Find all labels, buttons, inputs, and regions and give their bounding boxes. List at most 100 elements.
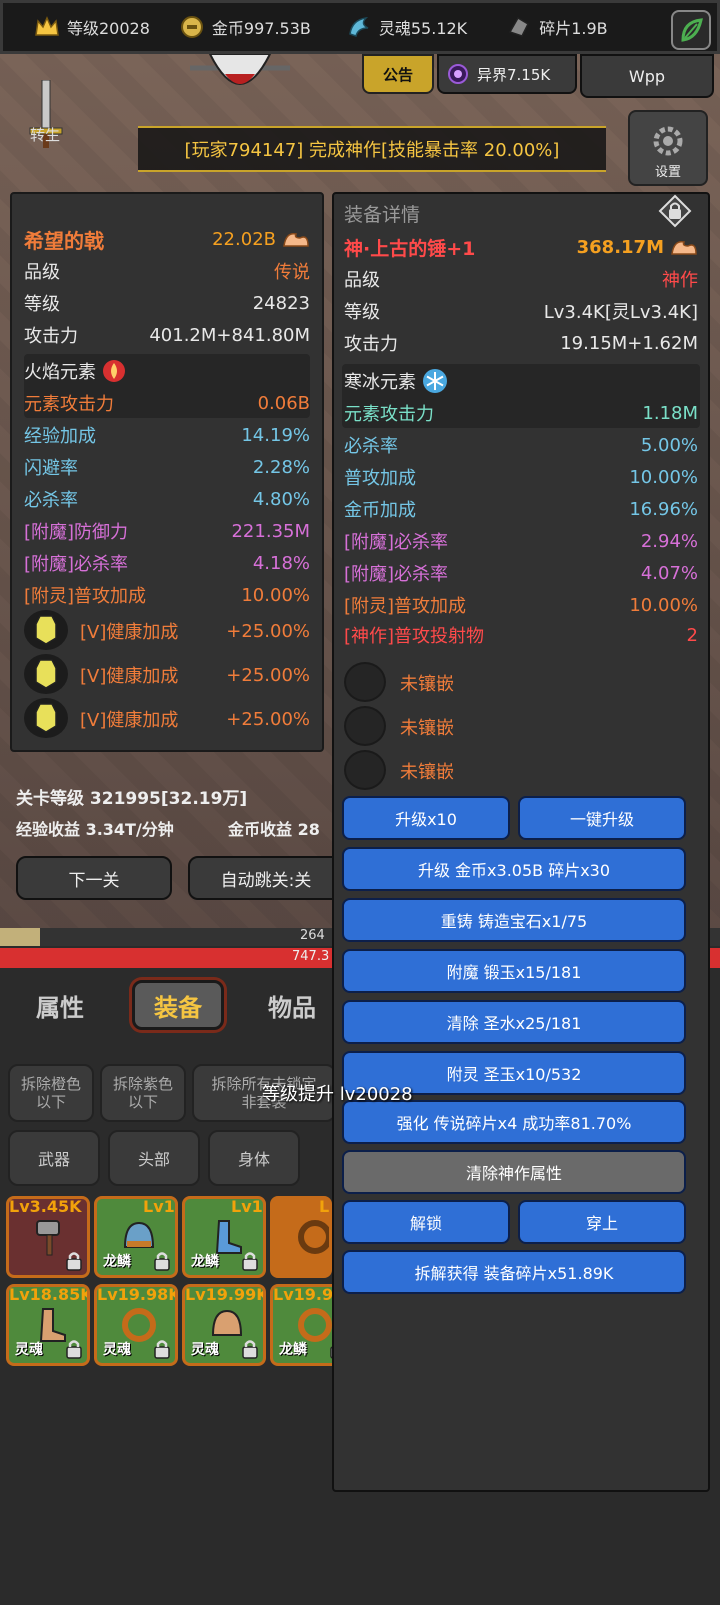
stat-label: [V]健康加成 (80, 666, 179, 687)
equipment-item[interactable]: Lv18.85K 灵魂 (6, 1284, 90, 1366)
equipment-item[interactable]: Lv1 龙鳞 (182, 1196, 266, 1278)
stat-label: [附灵]普攻加成 (24, 586, 147, 607)
dismantle-button[interactable]: 拆解获得 装备碎片x51.89K (342, 1250, 686, 1294)
lock-icon (66, 1340, 82, 1359)
equipment-item[interactable]: L (270, 1196, 332, 1278)
equipment-item[interactable]: Lv19.98K 灵魂 (94, 1284, 178, 1366)
equipment-item[interactable]: Lv3.45K (6, 1196, 90, 1278)
axe-icon (190, 54, 290, 85)
resource-bar: 等级20028 金币997.53B 灵魂55.12K 碎片1.9B (0, 0, 720, 54)
upgrade-cost-button[interactable]: 升级 金币x3.05B 碎片x30 (342, 847, 686, 891)
enchant-row: [附魔]必杀率 2.94% (344, 526, 698, 556)
notice-button[interactable]: 公告 (362, 54, 434, 94)
yellow-gem-icon (35, 659, 57, 689)
stage-level: 关卡等级 321995[32.19万] (16, 789, 248, 809)
auto-skip-button[interactable]: 自动跳关:关 (188, 856, 344, 900)
stat-label: 普攻加成 (344, 468, 416, 489)
stat-value: 2.94% (640, 530, 698, 552)
dismantle-purple-button[interactable]: 拆除紫色 以下 (100, 1064, 186, 1122)
rebirth-label[interactable]: 转生 (30, 124, 60, 145)
lock-icon (154, 1340, 170, 1359)
gem-socket[interactable] (344, 706, 386, 746)
stat-value: 10.00% (629, 466, 698, 488)
item-power-value: 368.17M (576, 236, 664, 258)
stat-label: [附灵]普攻加成 (344, 596, 467, 617)
item-name: 神·上古的锤+1 (344, 237, 476, 260)
enchant-button[interactable]: 附魔 锻玉x15/181 (342, 949, 686, 993)
stat-value: 16.96% (629, 498, 698, 520)
element-row: 寒冰元素 (344, 366, 698, 396)
enchant-row: [附魔]必杀率 4.07% (344, 558, 698, 588)
gem-row: [V]健康加成 +25.00% (80, 660, 310, 690)
stat-row: 闪避率 2.28% (24, 452, 310, 482)
next-stage-button[interactable]: 下一关 (16, 856, 172, 900)
level-value: 等级20028 (67, 19, 150, 38)
dismantle-orange-button[interactable]: 拆除橙色 以下 (8, 1064, 94, 1122)
item-tag: 龙鳞 (279, 1342, 307, 1358)
equipment-detail-panel: 装备详情 神·上古的锤+1 368.17M 品级 神作 等级 Lv3.4K[灵L… (332, 192, 710, 1492)
wpp-button[interactable]: Wpp (580, 54, 714, 98)
stat-label: 必杀率 (24, 490, 78, 511)
item-tag: 灵魂 (191, 1342, 219, 1358)
element-label: 寒冰元素 (344, 372, 416, 393)
exp-bar-text: 264 (300, 928, 325, 943)
equipped-item-panel: 希望的戟 22.02B 品级 传说 等级 24823 攻击力 401.2M+84… (10, 192, 324, 752)
yellow-gem-icon (35, 703, 57, 733)
other-world-button[interactable]: 异界7.15K (437, 54, 577, 94)
stat-value: 神作 (662, 270, 698, 291)
item-level: Lv19.98K (97, 1285, 178, 1304)
settings-label: 设置 (654, 165, 681, 180)
stat-label: 元素攻击力 (344, 404, 434, 425)
leaf-menu-button[interactable] (671, 10, 711, 50)
item-power: 368.17M (577, 236, 698, 258)
upgrade-x10-button[interactable]: 升级x10 (342, 796, 510, 840)
stat-value: 14.19% (241, 424, 310, 446)
wear-button[interactable]: 穿上 (518, 1200, 686, 1244)
tab-attributes[interactable]: 属性 (14, 980, 106, 1030)
item-tag: 龙鳞 (191, 1254, 219, 1270)
stat-value: 10.00% (241, 584, 310, 606)
level-resource: 等级20028 (33, 13, 150, 41)
gem-socket[interactable] (24, 654, 68, 694)
element-name: 寒冰元素 (344, 368, 448, 394)
portal-icon (448, 64, 468, 84)
gold-value: 金币997.53B (211, 19, 311, 38)
shard-icon (505, 13, 533, 41)
unlock-button[interactable]: 解锁 (342, 1200, 510, 1244)
gem-socket[interactable] (24, 698, 68, 738)
gem-socket[interactable] (344, 662, 386, 702)
stat-label: 攻击力 (344, 334, 398, 355)
lock-icon[interactable] (658, 194, 692, 228)
stat-label: 品级 (24, 262, 60, 283)
socket-label: 未镶嵌 (400, 718, 454, 739)
ring-icon (298, 1220, 329, 1254)
element-row: 火焰元素 (24, 356, 310, 386)
gold-resource: 金币997.53B (178, 13, 311, 41)
clear-divine-button[interactable]: 清除神作属性 (342, 1150, 686, 1194)
reforge-button[interactable]: 重铸 铸造宝石x1/75 (342, 898, 686, 942)
tab-items[interactable]: 物品 (252, 980, 332, 1030)
clear-button[interactable]: 清除 圣水x25/181 (342, 1000, 686, 1044)
stat-value: 2.28% (252, 456, 310, 478)
strengthen-button[interactable]: 强化 传说碎片x4 成功率81.70% (342, 1100, 686, 1144)
stat-value: 19.15M+1.62M (560, 332, 698, 354)
stat-label: 经验加成 (24, 426, 96, 447)
settings-button[interactable]: 设置 (628, 110, 708, 186)
equipment-item[interactable]: Lv1 龙鳞 (94, 1196, 178, 1278)
slot-weapon-button[interactable]: 武器 (8, 1130, 100, 1186)
element-label: 火焰元素 (24, 362, 96, 383)
equipment-item[interactable]: Lv19.99K 灵魂 (182, 1284, 266, 1366)
tab-equipment[interactable]: 装备 (132, 980, 224, 1030)
one-key-upgrade-button[interactable]: 一键升级 (518, 796, 686, 840)
gem-socket[interactable] (24, 610, 68, 650)
gem-row: [V]健康加成 +25.00% (80, 704, 310, 734)
slot-head-button[interactable]: 头部 (108, 1130, 200, 1186)
stat-row: 经验加成 14.19% (24, 420, 310, 450)
stat-label: [神作]普攻投射物 (344, 626, 485, 647)
spirit-row: [附灵]普攻加成 10.00% (24, 580, 310, 610)
stat-label: [V]健康加成 (80, 622, 179, 643)
stat-label: [V]健康加成 (80, 710, 179, 731)
exp-bar-fill (0, 928, 40, 946)
slot-body-button[interactable]: 身体 (208, 1130, 300, 1186)
gem-socket[interactable] (344, 750, 386, 790)
